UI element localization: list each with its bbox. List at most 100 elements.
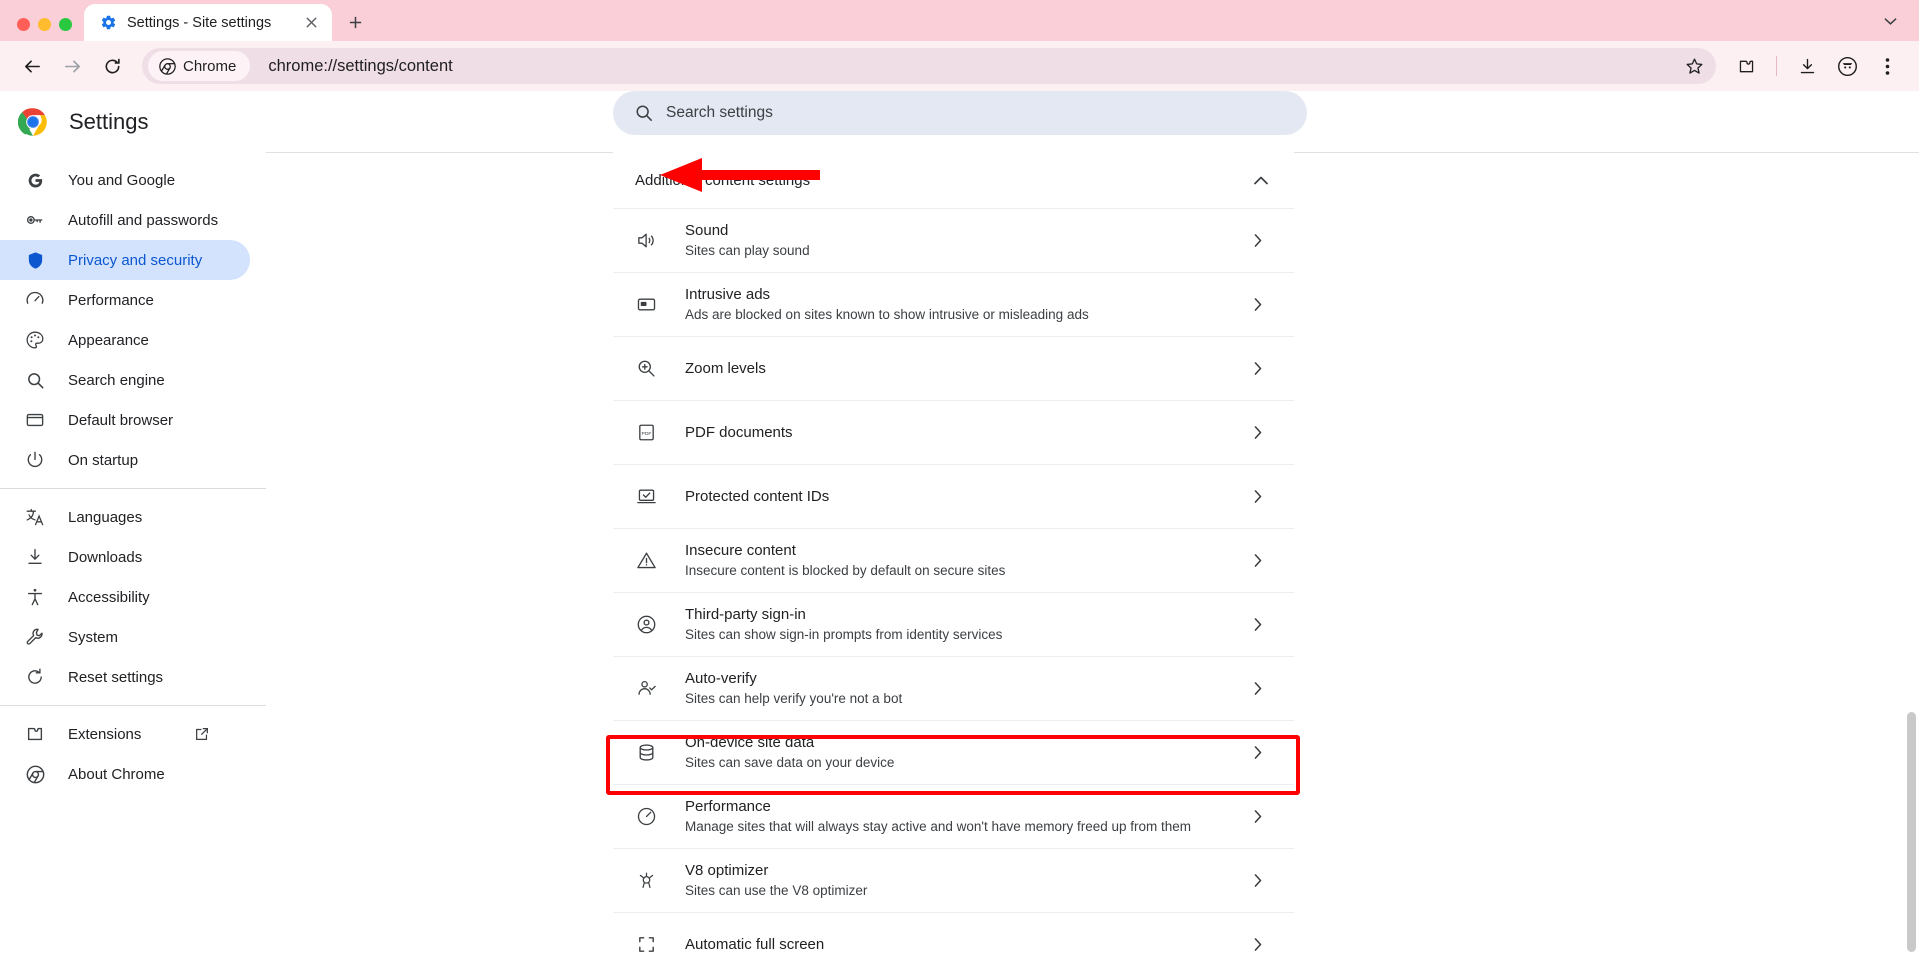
setting-row-sound[interactable]: Sound Sites can play sound	[613, 208, 1294, 272]
sidebar-item-label: Appearance	[68, 331, 149, 349]
chevron-right-icon[interactable]	[1248, 362, 1268, 375]
sidebar-item-on-startup[interactable]: On startup	[0, 440, 250, 480]
sidebar-item-label: Autofill and passwords	[68, 211, 219, 229]
close-window-button[interactable]	[17, 18, 30, 31]
downloads-icon[interactable]	[1789, 48, 1825, 84]
chevron-right-icon[interactable]	[1248, 746, 1268, 759]
additional-content-settings-header[interactable]: Additional content settings	[613, 152, 1294, 208]
setting-row-intrusive-ads[interactable]: Intrusive ads Ads are blocked on sites k…	[613, 272, 1294, 336]
sidebar-item-performance[interactable]: Performance	[0, 280, 250, 320]
sidebar-item-about-chrome[interactable]: About Chrome	[0, 754, 250, 794]
chevron-right-icon[interactable]	[1248, 426, 1268, 439]
sidebar-item-downloads[interactable]: Downloads	[0, 537, 250, 577]
sidebar-item-label: You and Google	[68, 171, 176, 189]
accessibility-icon	[25, 587, 45, 607]
chrome-origin-chip[interactable]: Chrome	[148, 51, 251, 81]
setting-row-protected-content-ids[interactable]: Protected content IDs	[613, 464, 1294, 528]
address-bar[interactable]: Chrome chrome://settings/content	[142, 48, 1716, 84]
google-g-icon	[25, 170, 45, 190]
setting-row-third-party-sign-in[interactable]: Third-party sign-in Sites can show sign-…	[613, 592, 1294, 656]
tab-title: Settings - Site settings	[127, 14, 272, 31]
chevron-right-icon[interactable]	[1248, 874, 1268, 887]
setting-row-insecure-content[interactable]: Insecure content Insecure content is blo…	[613, 528, 1294, 592]
new-tab-button[interactable]	[338, 5, 372, 39]
chevron-right-icon[interactable]	[1248, 554, 1268, 567]
sidebar-item-accessibility[interactable]: Accessibility	[0, 577, 250, 617]
setting-title: V8 optimizer	[685, 862, 769, 879]
back-icon[interactable]	[14, 48, 50, 84]
section-title: Additional content settings	[635, 171, 811, 189]
sidebar-item-label: Performance	[68, 291, 154, 309]
translate-icon	[25, 507, 45, 527]
chevron-right-icon[interactable]	[1248, 298, 1268, 311]
sidebar-item-search-engine[interactable]: Search engine	[0, 360, 250, 400]
sidebar-item-default-browser[interactable]: Default browser	[0, 400, 250, 440]
chevron-right-icon[interactable]	[1248, 618, 1268, 631]
sidebar-item-extensions[interactable]: Extensions	[0, 714, 250, 754]
setting-row-auto-verify[interactable]: Auto-verify Sites can help verify you're…	[613, 656, 1294, 720]
setting-row-pdf-documents[interactable]: PDF PDF documents	[613, 400, 1294, 464]
sidebar-item-label: Reset settings	[68, 668, 164, 686]
chevron-right-icon[interactable]	[1248, 810, 1268, 823]
setting-title: PDF documents	[685, 423, 793, 441]
sidebar-item-appearance[interactable]: Appearance	[0, 320, 250, 360]
window-icon	[25, 410, 45, 430]
wrench-icon	[25, 627, 45, 647]
setting-subtitle: Sites can show sign-in prompts from iden…	[685, 627, 1003, 642]
bookmark-star-icon[interactable]	[1678, 50, 1710, 82]
search-settings-input[interactable]: Search settings	[613, 91, 1307, 135]
setting-row-zoom-levels[interactable]: Zoom levels	[613, 336, 1294, 400]
sidebar-item-reset-settings[interactable]: Reset settings	[0, 657, 250, 697]
warning-triangle-icon	[635, 550, 657, 572]
speedometer-icon	[25, 290, 45, 310]
setting-title: Performance	[685, 798, 771, 815]
setting-row-v8-optimizer[interactable]: V8 optimizer Sites can use the V8 optimi…	[613, 848, 1294, 912]
setting-row-performance[interactable]: Performance Manage sites that will alway…	[613, 784, 1294, 848]
sidebar-item-privacy-and-security[interactable]: Privacy and security	[0, 240, 250, 280]
setting-row-text: PDF documents	[685, 423, 1248, 443]
setting-title: Intrusive ads	[685, 286, 771, 303]
content-scrollbar[interactable]	[1907, 712, 1916, 952]
maximize-window-button[interactable]	[59, 18, 72, 31]
chevron-right-icon[interactable]	[1248, 938, 1268, 951]
chevron-down-icon[interactable]	[1873, 4, 1907, 38]
sidebar-item-languages[interactable]: Languages	[0, 497, 250, 537]
sidebar-item-you-and-google[interactable]: You and Google	[0, 160, 250, 200]
setting-subtitle: Sites can use the V8 optimizer	[685, 883, 868, 898]
setting-row-text: Performance Manage sites that will alway…	[685, 797, 1248, 836]
extensions-puzzle-icon[interactable]	[1728, 48, 1764, 84]
speedometer-icon	[635, 806, 657, 828]
sidebar-item-autofill-and-passwords[interactable]: Autofill and passwords	[0, 200, 250, 240]
more-menu-icon[interactable]	[1869, 48, 1905, 84]
zoom-in-icon	[635, 358, 657, 380]
palette-icon	[25, 330, 45, 350]
setting-row-text: Third-party sign-in Sites can show sign-…	[685, 605, 1248, 644]
setting-row-text: Intrusive ads Ads are blocked on sites k…	[685, 285, 1248, 324]
chevron-right-icon[interactable]	[1248, 234, 1268, 247]
setting-row-automatic-full-screen[interactable]: Automatic full screen	[613, 912, 1294, 971]
browser-tab[interactable]: Settings - Site settings	[84, 4, 332, 41]
chevron-right-icon[interactable]	[1248, 490, 1268, 503]
chevron-right-icon[interactable]	[1248, 682, 1268, 695]
sidebar-item-system[interactable]: System	[0, 617, 250, 657]
chrome-logo-icon	[18, 107, 48, 137]
puzzle-icon	[25, 724, 45, 744]
open-in-new-icon[interactable]	[194, 726, 210, 742]
settings-gear-icon	[100, 14, 117, 31]
close-icon[interactable]	[300, 12, 322, 34]
key-icon	[25, 210, 45, 230]
sidebar-item-label: Downloads	[68, 548, 143, 566]
forward-icon[interactable]	[54, 48, 90, 84]
setting-row-on-device-site-data[interactable]: On-device site data Sites can save data …	[613, 720, 1294, 784]
setting-title: Automatic full screen	[685, 935, 825, 953]
setting-title: On-device site data	[685, 734, 815, 751]
setting-subtitle: Sites can save data on your device	[685, 755, 895, 770]
address-bar-url: chrome://settings/content	[268, 56, 453, 75]
ads-window-icon	[635, 294, 657, 316]
settings-sidebar: You and Google Autofill and passwords Pr…	[0, 152, 266, 971]
profile-avatar-icon[interactable]	[1829, 48, 1865, 84]
window-traffic-lights	[0, 18, 84, 41]
minimize-window-button[interactable]	[38, 18, 51, 31]
reload-icon[interactable]	[94, 48, 130, 84]
chevron-up-icon[interactable]	[1254, 176, 1268, 185]
